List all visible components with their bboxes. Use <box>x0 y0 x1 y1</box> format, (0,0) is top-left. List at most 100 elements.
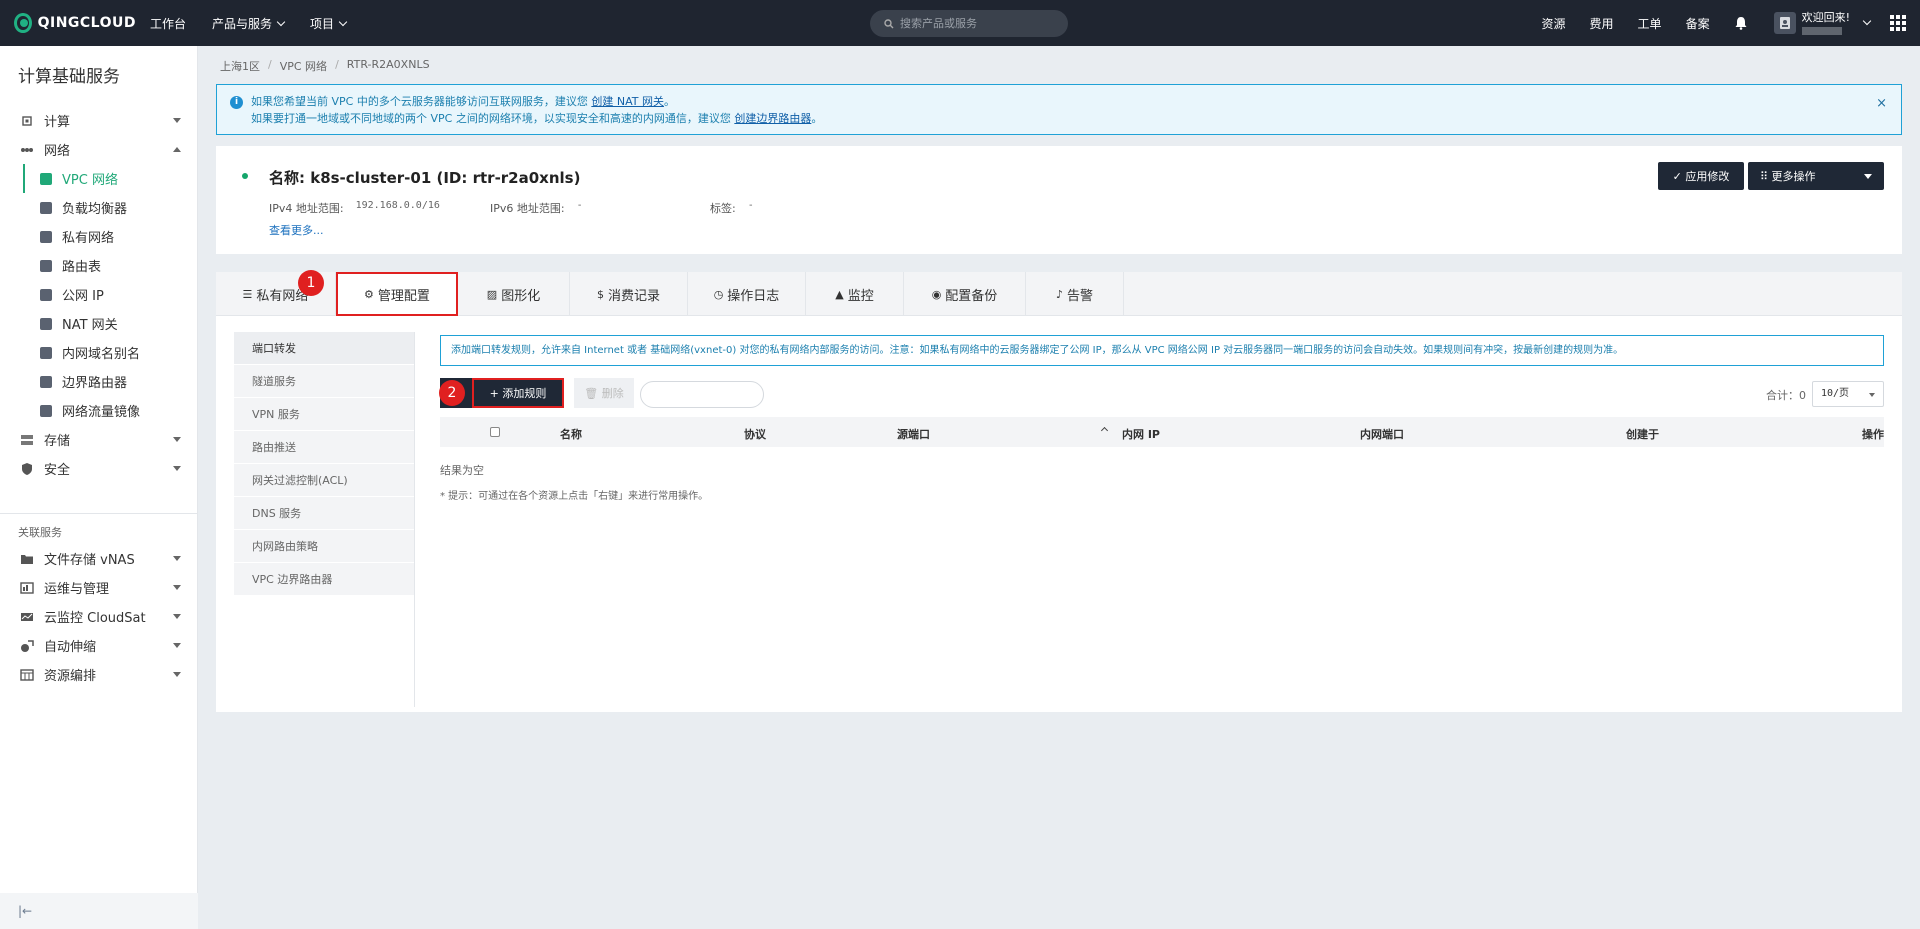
monitor-icon <box>20 610 34 624</box>
create-border-router-link[interactable]: 创建边界路由器 <box>734 112 811 125</box>
chevron-down-icon[interactable] <box>1862 16 1872 26</box>
sidebar-item-traffic-mirror[interactable]: 网络流量镜像 <box>0 396 197 425</box>
resource-summary-card: 名称: k8s-cluster-01 (ID: rtr-r2a0xnls) IP… <box>216 146 1902 254</box>
tab-operation-log[interactable]: ◷ 操作日志 <box>688 272 806 316</box>
sidebar-item-load-balancer[interactable]: 负载均衡器 <box>0 193 197 222</box>
sidebar-group-network[interactable]: 网络 <box>0 135 197 164</box>
qingcloud-logo[interactable]: QINGCLOUD <box>14 13 136 33</box>
sidebar: 计算基础服务 计算 网络 VPC 网络 负载均衡器 私有网络 路由表 公网 IP… <box>0 46 198 929</box>
ipv4-value: 192.168.0.0/16 <box>355 200 440 211</box>
column-internal-port[interactable]: 内网端口 <box>1360 426 1404 442</box>
menu-tunnel-service[interactable]: 隧道服务 <box>234 365 414 398</box>
sidebar-group-orchestration[interactable]: 资源编排 <box>0 660 197 689</box>
rule-search[interactable] <box>640 381 764 408</box>
sidebar-group-autoscale[interactable]: 自动伸缩 <box>0 631 197 660</box>
folder-icon <box>20 552 34 566</box>
create-nat-gateway-link[interactable]: 创建 NAT 网关 <box>591 95 664 108</box>
sidebar-group-label: 安全 <box>44 463 71 478</box>
sidebar-group-storage[interactable]: 存储 <box>0 425 197 454</box>
delete-label: 🗑 删除 <box>584 387 624 400</box>
nav-products[interactable]: 产品与服务 <box>212 15 286 32</box>
column-internal-ip[interactable]: 内网 IP <box>1122 426 1160 442</box>
delete-button[interactable]: 🗑 删除 <box>574 378 634 408</box>
welcome-text[interactable]: 欢迎回来! <box>1801 11 1850 35</box>
private-network-icon <box>40 230 52 243</box>
tab-label: 操作日志 <box>727 288 780 304</box>
sidebar-group-compute[interactable]: 计算 <box>0 106 197 135</box>
sidebar-item-public-ip[interactable]: 公网 IP <box>0 280 197 309</box>
billing-link[interactable]: 费用 <box>1590 15 1614 32</box>
close-icon[interactable]: × <box>1876 95 1887 112</box>
sidebar-group-ops[interactable]: 运维与管理 <box>0 573 197 602</box>
tab-alerts[interactable]: ♪ 告警 <box>1026 272 1124 316</box>
usage-tip: * 提示：可通过在各个资源上点击「右键」来进行常用操作。 <box>440 491 709 502</box>
menu-vpn-service[interactable]: VPN 服务 <box>234 398 414 431</box>
bell-icon: ♪ <box>1055 287 1063 301</box>
tab-monitoring[interactable]: ▲ 监控 <box>806 272 904 316</box>
sidebar-group-label: 资源编排 <box>44 669 97 684</box>
apply-changes-label: ✓ 应用修改 <box>1672 170 1730 183</box>
apply-changes-button[interactable]: ✓ 应用修改 <box>1658 162 1744 190</box>
vpc-icon <box>40 172 52 185</box>
tab-label: 消费记录 <box>607 288 660 304</box>
notice-line-1: 如果您希望当前 VPC 中的多个云服务器能够访问互联网服务，建议您 创建 NAT… <box>251 93 1901 110</box>
sidebar-item-route-table[interactable]: 路由表 <box>0 251 197 280</box>
tab-label: 配置备份 <box>945 288 998 304</box>
sort-asc-icon[interactable] <box>1100 426 1109 435</box>
sidebar-item-border-router[interactable]: 边界路由器 <box>0 367 197 396</box>
select-all-checkbox[interactable] <box>490 427 500 437</box>
logo-text: QINGCLOUD <box>37 15 136 31</box>
caret-down-icon <box>173 614 181 619</box>
sidebar-item-vpc[interactable]: VPC 网络 <box>0 164 197 193</box>
tab-bar: ☰ 私有网络 ⚙ 管理配置 ▨ 图形化 $ 消费记录 ◷ 操作日志 ▲ 监控 ◉ 配置备份 ♪… <box>216 272 1902 316</box>
sidebar-group-vnas[interactable]: 文件存储 vNAS <box>0 544 197 573</box>
nav-products-label: 产品与服务 <box>212 16 273 31</box>
caret-down-icon <box>1864 174 1872 179</box>
menu-internal-route-policy[interactable]: 内网路由策略 <box>234 530 414 563</box>
menu-port-forwarding[interactable]: 端口转发 <box>234 332 414 365</box>
rule-search-input[interactable] <box>641 382 763 407</box>
avatar[interactable] <box>1773 12 1796 34</box>
view-more-link[interactable]: 查看更多... <box>269 222 324 238</box>
column-source-port[interactable]: 源端口 <box>897 426 930 442</box>
nav-workbench[interactable]: 工作台 <box>150 15 186 32</box>
user-icon <box>1779 17 1790 29</box>
sidebar-collapse-button[interactable]: |← <box>0 893 198 929</box>
menu-route-push[interactable]: 路由推送 <box>234 431 414 464</box>
column-name[interactable]: 名称 <box>560 426 582 442</box>
apps-grid-icon[interactable] <box>1890 15 1906 31</box>
tab-config-backup[interactable]: ◉ 配置备份 <box>904 272 1026 316</box>
nav-project[interactable]: 项目 <box>310 15 348 32</box>
sidebar-item-nat-gateway[interactable]: NAT 网关 <box>0 309 197 338</box>
sidebar-group-cloudsat[interactable]: 云监控 CloudSat <box>0 602 197 631</box>
more-actions-button[interactable]: ⠿ 更多操作 <box>1748 162 1884 190</box>
config-left-menu: 端口转发 隧道服务 VPN 服务 路由推送 网关过滤控制(ACL) DNS 服务… <box>234 332 414 596</box>
add-rule-button[interactable]: + 添加规则 <box>472 378 564 408</box>
sidebar-item-dns-alias[interactable]: 内网域名别名 <box>0 338 197 367</box>
menu-vpc-border-router[interactable]: VPC 边界路由器 <box>234 563 414 596</box>
bell-icon[interactable] <box>1734 16 1748 30</box>
column-protocol[interactable]: 协议 <box>744 426 766 442</box>
ipv6-value: - <box>576 200 583 211</box>
tab-management-config[interactable]: ⚙ 管理配置 <box>336 272 458 316</box>
icp-filing-link[interactable]: 备案 <box>1686 15 1710 32</box>
global-search[interactable] <box>870 10 1068 37</box>
breadcrumb-zone[interactable]: 上海1区 <box>220 58 260 74</box>
sidebar-item-private-network[interactable]: 私有网络 <box>0 222 197 251</box>
page-size-select[interactable]: 10/页 <box>1812 381 1884 407</box>
column-created-at[interactable]: 创建于 <box>1626 426 1659 442</box>
sidebar-group-security[interactable]: 安全 <box>0 454 197 483</box>
resources-link[interactable]: 资源 <box>1542 15 1566 32</box>
menu-dns-service[interactable]: DNS 服务 <box>234 497 414 530</box>
tickets-link[interactable]: 工单 <box>1638 15 1662 32</box>
search-input[interactable] <box>900 17 1060 30</box>
menu-gateway-acl[interactable]: 网关过滤控制(ACL) <box>234 464 414 497</box>
autoscale-icon <box>20 639 34 653</box>
breadcrumb-vpc[interactable]: VPC 网络 <box>280 58 327 74</box>
breadcrumb: 上海1区 / VPC 网络 / RTR-R2A0XNLS <box>220 58 438 74</box>
load-balancer-icon <box>40 201 52 214</box>
tab-graphical[interactable]: ▨ 图形化 <box>458 272 570 316</box>
sidebar-item-label: 网络流量镜像 <box>62 405 141 420</box>
tab-billing-records[interactable]: $ 消费记录 <box>570 272 688 316</box>
sidebar-item-label: 路由表 <box>62 260 102 275</box>
